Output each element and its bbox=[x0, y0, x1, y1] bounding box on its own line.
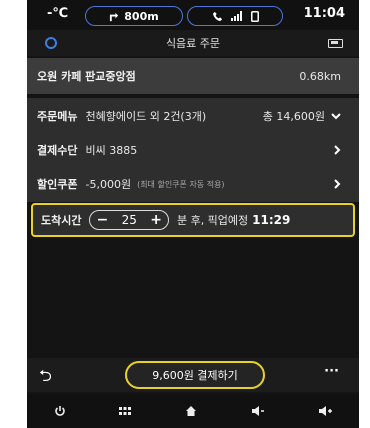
chevron-right-icon bbox=[334, 179, 341, 189]
coupon-note: (최대 할인쿠폰 자동 적용) bbox=[137, 179, 225, 189]
power-icon[interactable] bbox=[54, 405, 66, 417]
signal-icon bbox=[230, 11, 242, 21]
temperature-readout: -℃ bbox=[47, 6, 69, 21]
chevron-down-icon bbox=[331, 112, 341, 119]
store-row: 오원 카페 판교중앙점 0.68km bbox=[27, 58, 359, 94]
battery-icon bbox=[328, 39, 343, 48]
navigation-pill[interactable]: 800m bbox=[85, 6, 183, 26]
payment-value: 비씨 3885 bbox=[85, 144, 138, 157]
pickup-time: 11:29 bbox=[252, 213, 291, 227]
phone-icon bbox=[212, 11, 222, 21]
back-arrow-icon[interactable]: ⮌ bbox=[39, 365, 52, 392]
decrease-minutes-button[interactable]: − bbox=[96, 213, 108, 227]
arrival-time-row: 도착시간 − 25 + 분 후, 픽업예정 11:29 bbox=[31, 203, 355, 237]
phone-status-pill[interactable] bbox=[187, 6, 283, 26]
nav-distance: 800m bbox=[124, 9, 159, 23]
status-bar: -℃ 800m 11:04 bbox=[27, 0, 359, 30]
order-total: 총 14,600원 bbox=[262, 110, 325, 123]
coupon-row[interactable]: 할인쿠폰 -5,000원 (최대 할인쿠폰 자동 적용) bbox=[27, 166, 359, 202]
apps-grid-icon[interactable] bbox=[119, 407, 132, 415]
coupon-label: 할인쿠폰 bbox=[37, 178, 78, 191]
store-distance: 0.68km bbox=[299, 69, 341, 83]
order-menu-value: 천혜향에이드 외 2건(3개) bbox=[85, 110, 207, 123]
arrival-suffix: 분 후, 픽업예정 bbox=[176, 214, 249, 227]
home-icon[interactable] bbox=[185, 405, 197, 417]
payment-label: 결제수단 bbox=[37, 144, 78, 157]
store-name: 오원 카페 판교중앙점 bbox=[37, 70, 136, 83]
arrival-minutes-stepper[interactable]: − 25 + bbox=[89, 210, 169, 230]
payment-method-row[interactable]: 결제수단 비씨 3885 bbox=[27, 132, 359, 168]
chevron-right-icon bbox=[334, 145, 341, 155]
action-bar: ⮌ 9,600원 결제하기 ··· bbox=[27, 358, 359, 392]
order-menu-row[interactable]: 주문메뉴 천혜향에이드 외 2건(3개) 총 14,600원 bbox=[27, 98, 359, 134]
increase-minutes-button[interactable]: + bbox=[150, 213, 162, 227]
order-menu-label: 주문메뉴 bbox=[37, 110, 78, 123]
system-key-bar bbox=[27, 394, 359, 428]
pay-button[interactable]: 9,600원 결제하기 bbox=[125, 361, 265, 389]
smartphone-icon bbox=[250, 10, 259, 22]
volume-down-icon[interactable] bbox=[251, 405, 265, 417]
coupon-value: -5,000원 bbox=[85, 178, 132, 191]
more-icon[interactable]: ··· bbox=[324, 364, 339, 379]
clock: 11:04 bbox=[303, 6, 345, 21]
page-title: 식음료 주문 bbox=[165, 37, 221, 50]
title-bar: 식음료 주문 bbox=[27, 30, 359, 56]
arrival-label: 도착시간 bbox=[41, 214, 82, 227]
turn-right-icon bbox=[110, 12, 119, 21]
arrival-minutes-value: 25 bbox=[121, 213, 137, 227]
volume-up-icon[interactable] bbox=[318, 405, 333, 417]
head-unit-screen: -℃ 800m 11:04 식음료 주문 오원 카페 판교중앙점 0.68km … bbox=[27, 0, 359, 428]
